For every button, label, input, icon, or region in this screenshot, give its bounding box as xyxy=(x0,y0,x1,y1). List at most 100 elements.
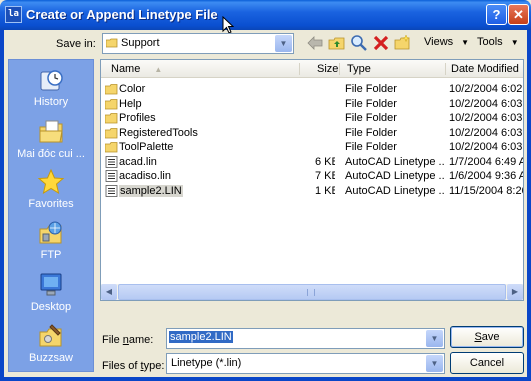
search-web-icon[interactable] xyxy=(350,34,368,52)
file-type-cell: File Folder xyxy=(345,126,397,139)
scroll-right-icon[interactable]: ▶ xyxy=(507,284,523,300)
file-list-row[interactable]: sample2.LIN 1 KB AutoCAD Linetype ... 11/15… xyxy=(101,184,523,198)
file-name-cell: RegisteredTools xyxy=(119,126,198,139)
place-my-documents[interactable]: Mai đóc cui ... xyxy=(9,118,93,160)
horizontal-scrollbar[interactable]: ◀ ▶ xyxy=(101,284,523,300)
linetype-file-icon xyxy=(105,155,118,168)
file-type-cell: AutoCAD Linetype ... xyxy=(345,184,445,197)
place-buzzsaw[interactable]: Buzzsaw xyxy=(9,322,93,364)
sort-ascending-icon: ▲ xyxy=(154,65,163,74)
file-name-cell: acadiso.lin xyxy=(119,170,171,182)
place-ftp[interactable]: FTP xyxy=(9,219,93,261)
column-separator[interactable] xyxy=(445,63,446,75)
file-name-cell: Profiles xyxy=(119,112,156,124)
file-list-row[interactable]: Help File Folder 10/2/2004 6:03 A xyxy=(101,97,523,111)
file-size-cell: 7 KB xyxy=(315,170,335,182)
file-list-row[interactable]: acad.lin 6 KB AutoCAD Linetype ... 1/7/2004… xyxy=(101,155,523,169)
file-date-cell: 10/2/2004 6:03 A xyxy=(449,141,523,153)
file-size-cell: 6 KB xyxy=(315,155,335,168)
app-icon: la xyxy=(5,6,22,23)
folder-icon xyxy=(105,113,118,124)
column-header-name[interactable]: Name ▲ xyxy=(111,63,162,75)
scrollbar-thumb[interactable] xyxy=(118,284,506,300)
scroll-left-icon[interactable]: ◀ xyxy=(101,284,117,300)
file-name-input[interactable]: sample2.LIN ▼ xyxy=(166,328,445,349)
file-list-row[interactable]: RegisteredTools File Folder 10/2/2004 6:03… xyxy=(101,126,523,140)
place-history[interactable]: History xyxy=(9,66,93,108)
file-name-cell: Color xyxy=(119,83,146,95)
file-name-value: sample2.LIN xyxy=(169,331,233,343)
desktop-icon xyxy=(40,273,62,296)
window-frame-left xyxy=(0,30,4,381)
file-name-cell: sample2.LIN xyxy=(119,184,183,197)
file-type-cell: AutoCAD Linetype ... xyxy=(345,170,445,182)
save-button[interactable]: Save xyxy=(450,326,524,348)
file-list-row[interactable]: Color File Folder 10/2/2004 6:02 A xyxy=(101,82,523,96)
place-label: FTP xyxy=(40,249,62,261)
window-frame-bottom xyxy=(0,377,531,381)
new-folder-icon[interactable] xyxy=(394,34,412,52)
favorites-icon xyxy=(37,168,65,195)
column-header-date[interactable]: Date Modified xyxy=(451,63,519,75)
column-separator[interactable] xyxy=(339,63,340,75)
folder-icon xyxy=(105,142,118,153)
file-list[interactable]: Name ▲ Size Type Date Modified Color File … xyxy=(100,59,524,301)
tools-label: Tools xyxy=(477,36,503,48)
file-type-value: Linetype (*.lin) xyxy=(171,357,242,369)
file-type-cell: AutoCAD Linetype ... xyxy=(345,155,445,168)
file-date-cell: 1/7/2004 6:49 AN xyxy=(449,155,523,168)
folder-icon xyxy=(105,84,118,95)
place-label: Mai đóc cui ... xyxy=(17,148,85,160)
file-list-row[interactable]: ToolPalette File Folder 10/2/2004 6:03 A xyxy=(101,140,523,154)
window-frame-right xyxy=(527,30,531,381)
place-label: History xyxy=(33,96,69,108)
column-separator[interactable] xyxy=(299,63,300,75)
folder-icon xyxy=(105,98,118,109)
file-list-row[interactable]: Profiles File Folder 10/2/2004 6:03 A xyxy=(101,111,523,125)
file-list-header: Name ▲ Size Type Date Modified xyxy=(101,60,523,78)
close-button[interactable]: ✕ xyxy=(508,4,529,25)
places-bar: History Mai đóc cui ... Favorites FTP De… xyxy=(8,59,94,372)
save-in-dropdown[interactable]: Support ▼ xyxy=(102,33,294,54)
file-type-dropdown[interactable]: Linetype (*.lin) ▼ xyxy=(166,353,445,374)
views-label: Views xyxy=(424,36,454,48)
file-name-cell: acad.lin xyxy=(119,155,157,168)
folder-icon xyxy=(105,127,118,138)
chevron-down-icon[interactable]: ▼ xyxy=(426,355,443,372)
file-name-label: File name: xyxy=(102,334,154,346)
file-name-cell: Help xyxy=(119,97,142,110)
folder-icon xyxy=(106,38,118,48)
back-icon[interactable] xyxy=(306,34,324,52)
place-label: Favorites xyxy=(28,198,74,210)
file-date-cell: 11/15/2004 8:20 xyxy=(449,184,523,197)
place-label: Desktop xyxy=(30,301,72,313)
chevron-down-icon[interactable]: ▼ xyxy=(426,330,443,347)
file-date-cell: 10/2/2004 6:02 A xyxy=(449,83,523,95)
cancel-button[interactable]: Cancel xyxy=(450,352,524,374)
history-icon xyxy=(40,70,63,91)
mouse-cursor-icon xyxy=(222,16,234,34)
place-desktop[interactable]: Desktop xyxy=(9,271,93,313)
chevron-down-icon[interactable]: ▼ xyxy=(275,35,292,52)
help-button[interactable]: ? xyxy=(486,4,507,25)
file-date-cell: 1/6/2004 9:36 AN xyxy=(449,170,523,182)
file-type-label: Files of type: xyxy=(102,360,165,372)
place-label: Buzzsaw xyxy=(28,352,74,364)
linetype-file-icon xyxy=(105,170,118,182)
file-date-cell: 10/2/2004 6:03 A xyxy=(449,97,523,110)
file-type-cell: File Folder xyxy=(345,97,397,110)
column-header-size[interactable]: Size xyxy=(317,63,338,75)
tools-menu-button[interactable]: Tools ▼ xyxy=(477,36,519,48)
file-list-row[interactable]: acadiso.lin 7 KB AutoCAD Linetype ... 1/6/2… xyxy=(101,169,523,183)
dropdown-arrow-icon: ▼ xyxy=(461,38,470,47)
views-menu-button[interactable]: Views ▼ xyxy=(424,36,469,48)
ftp-icon xyxy=(39,221,62,244)
save-in-value: Support xyxy=(121,37,160,49)
column-header-type[interactable]: Type xyxy=(347,63,371,75)
delete-icon[interactable] xyxy=(372,34,390,52)
file-date-cell: 10/2/2004 6:03 A xyxy=(449,126,523,139)
up-folder-icon[interactable] xyxy=(328,34,346,52)
title-bar: la Create or Append Linetype File ? ✕ xyxy=(0,0,531,30)
file-type-cell: File Folder xyxy=(345,112,397,124)
place-favorites[interactable]: Favorites xyxy=(9,168,93,210)
